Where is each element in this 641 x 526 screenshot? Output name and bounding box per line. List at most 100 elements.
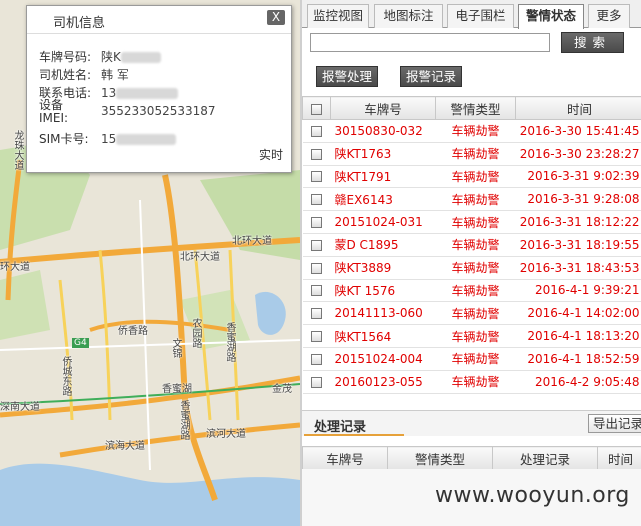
row-checkbox[interactable] [311, 353, 322, 365]
alarm-row[interactable]: 陕KT1763 车辆劫警 2016-3-30 23:28:27 [302, 142, 641, 166]
proc-header-type[interactable]: 警情类型 [387, 446, 493, 470]
select-all-checkbox[interactable] [311, 103, 322, 115]
close-icon[interactable]: X [267, 10, 285, 25]
alarm-time: 2016-3-31 18:12:22 [515, 210, 641, 234]
phone-value: 13 [101, 86, 117, 100]
alarm-plate: 陕KT3889 [330, 256, 436, 280]
alarm-plate: 20151024-031 [330, 210, 436, 234]
sim-label: SIM卡号: [39, 132, 89, 146]
map-label: 香蜜湖路 [224, 322, 235, 362]
map-label: 深南大道 [0, 402, 40, 413]
map-label: 文锦 [170, 338, 181, 358]
map-label: 金茂 [272, 384, 292, 395]
tab-geofence[interactable]: 电子围栏 [447, 4, 514, 28]
alarm-row[interactable]: 陕KT 1576 车辆劫警 2016-4-1 9:39:21 [302, 279, 641, 303]
alarm-plate: 陕KT 1576 [330, 279, 436, 303]
alarm-type: 车辆劫警 [435, 210, 516, 234]
alarm-time: 2016-3-31 9:28:08 [515, 187, 641, 212]
alarm-row[interactable]: 20160123-055 车辆劫警 2016-4-2 9:05:48 [302, 370, 641, 394]
alarm-record-button[interactable]: 报警记录 [400, 66, 462, 87]
tab-map-marker[interactable]: 地图标注 [374, 4, 443, 28]
alarm-row[interactable]: 陕KT1791 车辆劫警 2016-3-31 9:02:39 [302, 165, 641, 189]
map-label: 北环大道 [180, 252, 220, 263]
alarm-row[interactable]: 20151024-004 车辆劫警 2016-4-1 18:52:59 [302, 347, 641, 371]
alarm-row[interactable]: 20151024-031 车辆劫警 2016-3-31 18:12:22 [302, 210, 641, 234]
alarm-process-button[interactable]: 报警处理 [316, 66, 378, 87]
popup-title: 司机信息 [53, 16, 106, 31]
alarm-row[interactable]: 蒙D C1895 车辆劫警 2016-3-31 18:19:55 [302, 233, 641, 257]
popup-header: 司机信息 X [27, 6, 291, 34]
row-checkbox-cell [302, 233, 331, 257]
alarm-row[interactable]: 30150830-032 车辆劫警 2016-3-30 15:41:45 [302, 119, 641, 143]
proc-header-record[interactable]: 处理记录 [492, 446, 598, 470]
map-label: 滨海大道 [105, 441, 145, 452]
redaction [120, 52, 161, 63]
row-checkbox[interactable] [311, 194, 322, 206]
row-checkbox[interactable] [311, 125, 322, 137]
row-checkbox[interactable] [311, 376, 322, 388]
map-label: G4 [72, 338, 89, 348]
process-record-title: 处理记录 [314, 420, 367, 435]
row-checkbox[interactable] [311, 331, 322, 343]
row-checkbox[interactable] [311, 239, 322, 251]
imei-value: 355233052533187 [101, 104, 216, 118]
alarm-type: 车辆劫警 [435, 142, 516, 166]
redaction [116, 134, 177, 145]
name-label: 司机姓名: [39, 68, 92, 82]
alarm-row[interactable]: 陕KT3889 车辆劫警 2016-3-31 18:43:53 [302, 256, 641, 280]
search-button[interactable]: 搜索 [561, 32, 624, 53]
alarm-row[interactable]: 20141113-060 车辆劫警 2016-4-1 14:02:00 [302, 301, 641, 326]
process-record-underline [304, 434, 404, 436]
row-checkbox[interactable] [311, 148, 322, 160]
alarm-row[interactable]: 赣EX6143 车辆劫警 2016-3-31 9:28:08 [302, 187, 641, 212]
alarm-type: 车辆劫警 [435, 165, 516, 189]
proc-header-plate[interactable]: 车牌号 [302, 446, 388, 470]
row-checkbox-cell [302, 256, 331, 280]
plate-label: 车牌号码: [39, 50, 92, 64]
driver-info-popup: 司机信息 X 车牌号码: 陕K 司机姓名: 韩 军 联系电话: 13 设备 IMEI: 3… [26, 5, 292, 173]
row-checkbox[interactable] [311, 308, 322, 320]
map-label: 农园路 [190, 318, 201, 348]
row-checkbox[interactable] [311, 285, 322, 297]
tab-alarm-status[interactable]: 警情状态 [518, 4, 584, 29]
redaction [116, 88, 179, 99]
alarm-table-body: 30150830-032 车辆劫警 2016-3-30 15:41:45 陕KT176… [302, 119, 641, 394]
row-checkbox[interactable] [311, 217, 322, 229]
alarm-type: 车辆劫警 [435, 324, 516, 348]
tab-more[interactable]: 更多 [588, 4, 630, 28]
map-label: 环大道 [0, 262, 30, 273]
search-input[interactable] [310, 33, 550, 52]
sim-row: SIM卡号: 15 [39, 130, 177, 147]
row-checkbox-cell [302, 370, 331, 394]
alarm-time: 2016-4-1 9:39:21 [515, 279, 641, 303]
alarm-plate: 20141113-060 [330, 301, 436, 326]
alarm-time: 2016-3-31 9:02:39 [515, 165, 641, 189]
row-checkbox[interactable] [311, 171, 322, 183]
alarm-time: 2016-4-1 18:13:20 [515, 324, 641, 348]
header-time[interactable]: 时间 [515, 96, 641, 120]
map-label: 龙珠大道 [12, 130, 23, 170]
alarm-time: 2016-3-31 18:19:55 [515, 233, 641, 257]
export-records-button[interactable]: 导出记录 [588, 414, 641, 433]
map-label: 北环大道 [232, 236, 272, 247]
header-type[interactable]: 警情类型 [435, 96, 516, 120]
watermark: www.wooyun.org [435, 483, 630, 508]
header-plate[interactable]: 车牌号 [330, 96, 436, 120]
process-record-table: 车牌号 警情类型 处理记录 时间 [302, 446, 641, 470]
alarm-time: 2016-4-2 9:05:48 [515, 370, 641, 394]
imei-row: 设备 IMEI: 355233052533187 [39, 99, 216, 125]
alarm-type: 车辆劫警 [435, 347, 516, 371]
alarm-row[interactable]: 陕KT1564 车辆劫警 2016-4-1 18:13:20 [302, 324, 641, 348]
tab-monitor-view[interactable]: 监控视图 [307, 4, 369, 28]
row-checkbox[interactable] [311, 262, 322, 274]
map-label: 滨河大道 [206, 429, 246, 440]
row-checkbox-cell [302, 142, 331, 166]
alarm-plate: 20160123-055 [330, 370, 436, 394]
tab-bar: 监控视图 地图标注 电子围栏 警情状态 更多 [302, 0, 641, 29]
realtime-link[interactable]: 实时 [259, 146, 283, 163]
proc-header-time[interactable]: 时间 [597, 446, 641, 470]
alarm-type: 车辆劫警 [435, 187, 516, 212]
alarm-plate: 陕KT1763 [330, 142, 436, 166]
map-label: 香蜜湖 [162, 384, 192, 395]
map-label: 侨香路 [118, 326, 148, 337]
